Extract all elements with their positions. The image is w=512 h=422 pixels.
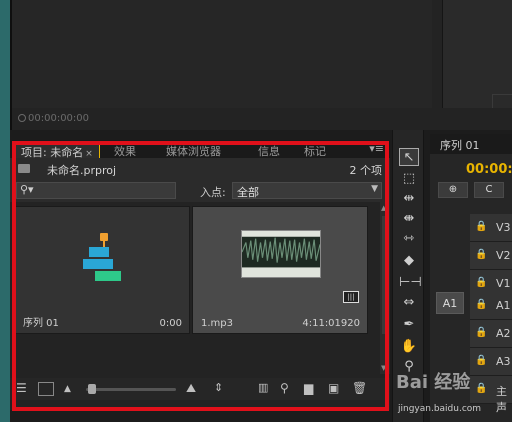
rolling-edit-icon[interactable]: ⇼ xyxy=(399,210,419,228)
project-header: 未命名.prproj 2 个项 xyxy=(10,158,390,180)
search-box[interactable]: ⚲▾ xyxy=(16,182,176,199)
linked-selection-icon[interactable]: C xyxy=(474,182,504,198)
monitor-corner xyxy=(492,94,512,108)
source-patch-a1[interactable]: A1 xyxy=(436,292,464,314)
track-v2[interactable]: 🔒 V2 xyxy=(470,242,512,270)
baidu-watermark: Bai 经验 jingyan.baidu.com xyxy=(396,368,512,422)
chevron-down-icon: ▼ xyxy=(371,184,378,194)
icon-view-icon[interactable] xyxy=(38,382,54,396)
folder-icon xyxy=(18,164,30,173)
left-edge-strip xyxy=(0,0,10,422)
panel-menu-icon[interactable]: ▾≡ xyxy=(369,142,384,155)
new-item-icon[interactable]: ▣ xyxy=(328,381,339,395)
track-a2[interactable]: 🔒 A2 xyxy=(470,320,512,348)
project-item-sequence[interactable]: 序列 01 0:00 xyxy=(14,206,190,334)
lock-icon[interactable]: 🔒 xyxy=(475,355,487,367)
source-monitor: 00:00:00:00 xyxy=(10,0,512,130)
project-panel: 项目: 未命名 × 效果 媒体浏览器 信息 标记 ▾≡ 未命名.prproj 2 … xyxy=(10,140,390,410)
item-name: 1.mp3 xyxy=(201,318,233,329)
track-a1[interactable]: 🔒 A1 xyxy=(470,292,512,320)
scroll-up-icon[interactable]: ▲ xyxy=(381,204,386,212)
zoom-out-icon[interactable]: ▲ xyxy=(64,384,71,394)
timecode-clock-icon xyxy=(18,114,26,122)
tab-sequence[interactable]: 序列 01 xyxy=(430,134,512,154)
project-items-grid: 序列 01 0:00 ||| 1.mp3 4:11:01920 xyxy=(10,202,380,374)
scroll-down-icon[interactable]: ▼ xyxy=(381,364,386,372)
sort-icon[interactable]: ⇕ xyxy=(214,381,223,394)
tab-media-browser-label: 媒体浏览器 xyxy=(166,145,221,158)
premiere-window: 00:00:00:00 项目: 未命名 × 效果 媒体浏览器 信息 标记 ▾≡ 未… xyxy=(0,0,512,422)
project-item-audio[interactable]: ||| 1.mp3 4:11:01920 xyxy=(192,206,368,334)
track-name: A3 xyxy=(496,355,511,368)
scroll-thumb[interactable] xyxy=(382,216,388,334)
lock-icon[interactable]: 🔒 xyxy=(475,299,487,311)
timecode-text: 00:00:00:00 xyxy=(28,113,90,124)
track-name: V3 xyxy=(496,221,511,234)
tab-effects-label: 效果 xyxy=(114,145,136,158)
track-name: V2 xyxy=(496,249,511,262)
tab-project[interactable]: 项目: 未命名 × xyxy=(14,142,100,159)
tab-info[interactable]: 信息 xyxy=(252,142,286,158)
monitor-timecode[interactable]: 00:00:00:00 xyxy=(18,113,89,124)
tab-markers-label: 标记 xyxy=(304,145,326,158)
clear-icon[interactable]: 🗑 xyxy=(352,381,367,395)
selection-tool-icon[interactable]: ↖ xyxy=(399,148,419,166)
waveform-thumbnail xyxy=(241,230,321,278)
lock-icon[interactable]: 🔒 xyxy=(475,221,487,233)
project-bottom-bar: ☰ ▲ ⛰ ⇕ ▥ ⚲ ▆ ▣ 🗑 xyxy=(10,378,390,400)
zoom-in-icon[interactable]: ⛰ xyxy=(186,381,196,396)
search-row: ⚲▾ 入点: 全部 ▼ xyxy=(10,180,390,202)
find-icon[interactable]: ⚲ xyxy=(280,381,289,395)
razor-icon[interactable]: ◆ xyxy=(399,252,419,270)
in-point-label: 入点: xyxy=(200,186,226,199)
rate-stretch-icon[interactable]: ⇿ xyxy=(399,230,419,248)
lock-icon[interactable]: 🔒 xyxy=(475,249,487,261)
automate-icon[interactable]: ▥ xyxy=(258,381,268,394)
project-file-name: 未命名.prproj xyxy=(47,164,117,177)
hand-icon[interactable]: ✋ xyxy=(399,338,419,356)
new-bin-icon[interactable]: ▆ xyxy=(304,381,313,395)
item-count: 2 个项 xyxy=(349,164,383,177)
pen-icon[interactable]: ✒ xyxy=(399,316,419,334)
sequence-tab-label: 序列 01 xyxy=(440,139,480,152)
tab-markers[interactable]: 标记 xyxy=(298,142,332,158)
audio-badge-icon: ||| xyxy=(343,291,359,303)
search-input[interactable] xyxy=(41,184,171,197)
zoom-slider[interactable] xyxy=(86,384,176,394)
lock-icon[interactable]: 🔒 xyxy=(475,277,487,289)
magnifier-icon[interactable]: ⚲▾ xyxy=(20,183,34,196)
slide-icon[interactable]: ⇔ xyxy=(399,294,419,312)
panel-tabs: 项目: 未命名 × 效果 媒体浏览器 信息 标记 ▾≡ xyxy=(10,140,390,159)
program-monitor-edge xyxy=(442,0,512,108)
watermark-url: jingyan.baidu.com xyxy=(398,404,482,414)
timeline-timecode[interactable]: 00:00: xyxy=(466,162,512,177)
in-point-value: 全部 xyxy=(237,186,259,199)
list-view-icon[interactable]: ☰ xyxy=(16,381,27,395)
item-duration: 0:00 xyxy=(159,318,182,329)
track-name: A1 xyxy=(496,299,511,312)
monitor-viewport xyxy=(12,0,432,108)
item-duration: 4:11:01920 xyxy=(302,318,360,329)
ripple-edit-icon[interactable]: ⇹ xyxy=(399,190,419,208)
track-name: A2 xyxy=(496,327,511,340)
track-v3[interactable]: 🔒 V3 xyxy=(470,214,512,242)
tab-info-label: 信息 xyxy=(258,145,280,158)
sequence-icon xyxy=(83,233,121,281)
lock-icon[interactable]: 🔒 xyxy=(475,327,487,339)
snap-icon[interactable]: ⊕ xyxy=(438,182,468,198)
in-point-select[interactable]: 全部 ▼ xyxy=(232,182,382,199)
tab-media-browser[interactable]: 媒体浏览器 xyxy=(160,142,227,158)
zoom-slider-knob[interactable] xyxy=(88,384,96,394)
track-name: V1 xyxy=(496,277,511,290)
track-select-icon[interactable]: ⬚ xyxy=(399,170,419,188)
watermark-logo: Bai 经验 xyxy=(396,372,471,393)
item-name: 序列 01 xyxy=(23,318,59,329)
tab-effects[interactable]: 效果 xyxy=(108,142,142,158)
vertical-scrollbar[interactable]: ▲ ▼ xyxy=(380,202,390,374)
slip-icon[interactable]: ⊢⊣ xyxy=(399,274,422,292)
